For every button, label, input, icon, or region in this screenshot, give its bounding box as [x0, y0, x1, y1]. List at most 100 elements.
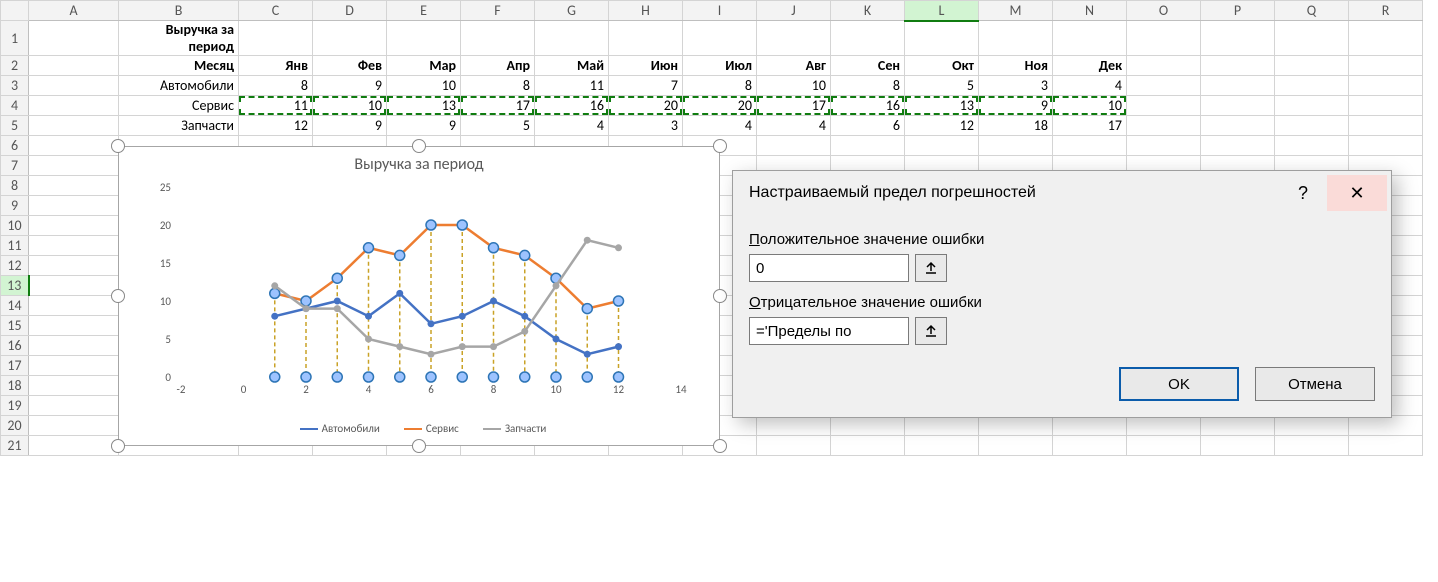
cell[interactable] [535, 21, 609, 56]
table-data-cell[interactable]: 12 [239, 116, 313, 136]
table-data-cell[interactable]: 11 [535, 76, 609, 96]
cell[interactable] [757, 436, 831, 456]
cell[interactable] [1201, 21, 1275, 56]
table-header-cell[interactable]: Окт [905, 56, 979, 76]
table-data-cell[interactable]: 10 [387, 76, 461, 96]
column-header[interactable]: Q [1275, 1, 1349, 21]
table-row-label[interactable]: Сервис [119, 96, 239, 116]
cell[interactable] [29, 136, 119, 156]
cell[interactable] [1127, 96, 1201, 116]
table-data-cell[interactable]: 18 [979, 116, 1053, 136]
cell[interactable] [1349, 21, 1423, 56]
cell[interactable] [1349, 96, 1423, 116]
cell[interactable] [1127, 136, 1201, 156]
row-header[interactable]: 1 [1, 21, 29, 56]
table-data-cell[interactable]: 10 [313, 96, 387, 116]
row-header[interactable]: 19 [1, 396, 29, 416]
cell[interactable] [905, 21, 979, 56]
table-data-cell[interactable]: 13 [905, 96, 979, 116]
table-header-cell[interactable]: Ноя [979, 56, 1053, 76]
table-data-cell[interactable]: 11 [239, 96, 313, 116]
cell[interactable] [609, 21, 683, 56]
row-header[interactable]: 14 [1, 296, 29, 316]
row-header[interactable]: 21 [1, 436, 29, 456]
table-data-cell[interactable]: 20 [609, 96, 683, 116]
table-title[interactable]: Выручка за период [119, 21, 239, 56]
table-row-label[interactable]: Автомобили [119, 76, 239, 96]
cell[interactable] [979, 136, 1053, 156]
cell[interactable] [831, 436, 905, 456]
cell[interactable] [1349, 76, 1423, 96]
cell[interactable] [1053, 21, 1127, 56]
cell[interactable] [1127, 56, 1201, 76]
cell[interactable] [1127, 436, 1201, 456]
table-data-cell[interactable]: 16 [535, 96, 609, 116]
column-header[interactable]: I [683, 1, 757, 21]
close-button[interactable]: ✕ [1327, 175, 1387, 211]
cell[interactable] [29, 56, 119, 76]
cell[interactable] [29, 176, 119, 196]
cell[interactable] [1127, 76, 1201, 96]
table-data-cell[interactable]: 4 [535, 116, 609, 136]
row-header[interactable]: 20 [1, 416, 29, 436]
column-header[interactable]: L [905, 1, 979, 21]
cell[interactable] [29, 216, 119, 236]
cell[interactable] [1275, 76, 1349, 96]
table-header-cell[interactable]: Сен [831, 56, 905, 76]
cell[interactable] [979, 416, 1053, 436]
collapse-dialog-button[interactable] [915, 317, 947, 345]
cell[interactable] [1201, 416, 1275, 436]
table-data-cell[interactable]: 10 [1053, 96, 1127, 116]
cell[interactable] [1053, 416, 1127, 436]
row-header[interactable]: 17 [1, 356, 29, 376]
table-data-cell[interactable]: 8 [239, 76, 313, 96]
table-data-cell[interactable]: 4 [683, 116, 757, 136]
cell[interactable] [29, 436, 119, 456]
cell[interactable] [757, 21, 831, 56]
row-header[interactable]: 2 [1, 56, 29, 76]
cell[interactable] [1201, 76, 1275, 96]
table-data-cell[interactable]: 8 [683, 76, 757, 96]
cell[interactable] [239, 21, 313, 56]
table-header-cell[interactable]: Дек [1053, 56, 1127, 76]
cell[interactable] [1275, 436, 1349, 456]
select-all-corner[interactable] [1, 1, 29, 21]
row-header[interactable]: 7 [1, 156, 29, 176]
cell[interactable] [905, 416, 979, 436]
table-data-cell[interactable]: 17 [757, 96, 831, 116]
cell[interactable] [1275, 56, 1349, 76]
cell[interactable] [29, 396, 119, 416]
row-header[interactable]: 11 [1, 236, 29, 256]
chart-plot-area[interactable]: 0510152025-202468101214 [119, 147, 721, 407]
cell[interactable] [831, 136, 905, 156]
table-data-cell[interactable]: 4 [757, 116, 831, 136]
legend-item[interactable]: Сервис [396, 422, 459, 435]
table-data-cell[interactable]: 20 [683, 96, 757, 116]
table-data-cell[interactable]: 6 [831, 116, 905, 136]
row-header[interactable]: 16 [1, 336, 29, 356]
column-header[interactable]: E [387, 1, 461, 21]
table-data-cell[interactable]: 9 [979, 96, 1053, 116]
table-data-cell[interactable]: 3 [979, 76, 1053, 96]
row-header[interactable]: 3 [1, 76, 29, 96]
table-header-cell[interactable]: Июл [683, 56, 757, 76]
cell[interactable] [1201, 116, 1275, 136]
table-data-cell[interactable]: 9 [387, 116, 461, 136]
table-data-cell[interactable]: 5 [461, 116, 535, 136]
cell[interactable] [757, 136, 831, 156]
cell[interactable] [1275, 96, 1349, 116]
cell[interactable] [1275, 136, 1349, 156]
cell[interactable] [1349, 416, 1423, 436]
table-header-cell[interactable]: Май [535, 56, 609, 76]
table-data-cell[interactable]: 10 [757, 76, 831, 96]
column-header[interactable]: P [1201, 1, 1275, 21]
cell[interactable] [1349, 136, 1423, 156]
cell[interactable] [29, 76, 119, 96]
cell[interactable] [1275, 21, 1349, 56]
table-data-cell[interactable]: 16 [831, 96, 905, 116]
table-data-cell[interactable]: 17 [1053, 116, 1127, 136]
row-header[interactable]: 15 [1, 316, 29, 336]
table-header-cell[interactable]: Мар [387, 56, 461, 76]
cell[interactable] [29, 96, 119, 116]
cell[interactable] [1201, 436, 1275, 456]
